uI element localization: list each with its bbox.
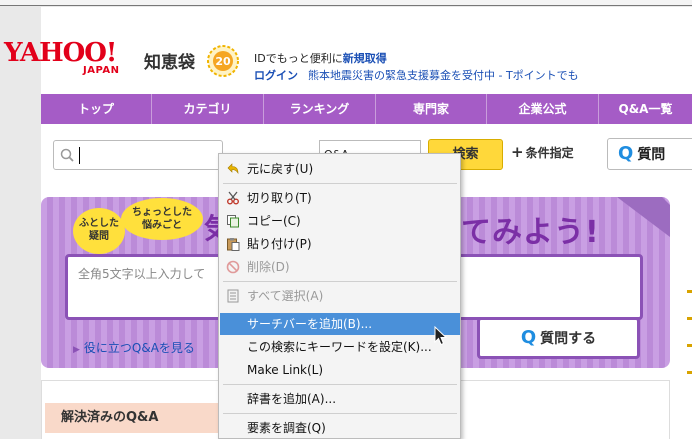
banner-headline-right: てみよう!: [461, 215, 600, 250]
triangle-right-icon: ▶: [73, 345, 80, 355]
text-caret: [79, 147, 80, 164]
news-link[interactable]: 熊本地震災害の緊急支援募金を受付中 - Tポイントでも: [308, 69, 579, 82]
yahoo-japan-sub-logo: JAPAN: [83, 65, 120, 76]
nav-category[interactable]: カテゴリ: [152, 94, 264, 124]
menu-label: コピー(C): [247, 214, 301, 228]
ask-question-button[interactable]: Q 質問する: [477, 317, 640, 359]
menu-item-copy[interactable]: コピー(C): [220, 210, 460, 232]
question-button-label: 質問: [637, 147, 666, 163]
menu-label: Make Link(L): [247, 363, 324, 377]
menu-separator: [223, 413, 457, 414]
textarea-placeholder: 全角5文字以上入力して: [78, 267, 206, 281]
delete-icon: [226, 260, 240, 274]
menu-separator: [223, 183, 457, 184]
menu-label: 削除(D): [247, 260, 290, 274]
search-icon: [60, 148, 74, 162]
edge-mark: [687, 344, 692, 347]
conditions-label: 条件指定: [525, 146, 574, 160]
plus-icon: +: [511, 143, 524, 161]
select-all-icon: [227, 289, 239, 303]
menu-item-inspect[interactable]: 要素を調査(Q): [220, 417, 460, 439]
nav-official[interactable]: 企業公式: [487, 94, 599, 124]
yahoo-logo[interactable]: YAHOO!: [4, 38, 117, 68]
search-input[interactable]: [53, 140, 223, 170]
menu-item-add-dictionary[interactable]: 辞書を追加(A)...: [220, 388, 460, 410]
useful-qa-link[interactable]: ▶ 役に立つQ&Aを見る: [73, 339, 195, 356]
conditions-link[interactable]: + 条件指定: [511, 143, 574, 161]
bubble-small-worry: ちょっとした 悩みごと: [121, 198, 203, 240]
anniversary-badge-icon: 20: [207, 45, 239, 77]
menu-item-paste[interactable]: 貼り付け(P): [220, 233, 460, 255]
menu-item-set-keyword[interactable]: この検索にキーワードを設定(K)...: [220, 336, 460, 358]
login-link[interactable]: ログイン: [254, 69, 298, 82]
undo-icon: [227, 163, 239, 175]
menu-label: 辞書を追加(A)...: [247, 392, 337, 406]
banner-corner-fold: [617, 197, 670, 237]
mouse-pointer-icon: [434, 326, 448, 346]
menu-item-delete[interactable]: 削除(D): [220, 256, 460, 278]
right-edge-marks: [687, 290, 692, 430]
signup-link[interactable]: 新規取得: [343, 52, 387, 65]
ask-button-label: 質問する: [540, 331, 597, 347]
menu-label: 切り取り(T): [247, 191, 312, 205]
question-button[interactable]: Q 質問: [607, 138, 692, 170]
context-menu: 元に戻す(U) 切り取り(T) コピー(C) 貼り付け(P) 削除(D) すべて…: [218, 153, 461, 439]
edge-mark: [687, 290, 692, 293]
menu-label: すべて選択(A): [247, 289, 324, 303]
menu-label: サーチバーを追加(B)...: [247, 317, 373, 331]
menu-item-undo[interactable]: 元に戻す(U): [220, 158, 460, 180]
useful-qa-label: 役に立つQ&Aを見る: [83, 341, 195, 355]
promo-text: IDでもっと便利に: [254, 52, 343, 65]
menu-item-select-all[interactable]: すべて選択(A): [220, 285, 460, 307]
promo-line: IDでもっと便利に新規取得: [254, 50, 387, 66]
main-nav: トップ カテゴリ ランキング 専門家 企業公式 Q&A一覧: [41, 94, 692, 124]
bubble-casual-question: ふとした 疑問: [73, 208, 125, 254]
login-news-line: ログイン 熊本地震災害の緊急支援募金を受付中 - Tポイントでも: [254, 67, 579, 83]
edge-mark: [687, 317, 692, 320]
menu-label: 要素を調査(Q): [247, 421, 326, 435]
browser-top-edge: [0, 0, 692, 6]
menu-label: この検索にキーワードを設定(K)...: [247, 340, 432, 354]
nav-qa-list[interactable]: Q&A一覧: [599, 94, 692, 124]
menu-item-cut[interactable]: 切り取り(T): [220, 187, 460, 209]
menu-item-make-link[interactable]: Make Link(L): [220, 359, 460, 381]
paste-icon: [227, 238, 240, 251]
copy-icon: [227, 215, 239, 228]
nav-experts[interactable]: 専門家: [376, 94, 487, 124]
scissors-icon: [227, 191, 239, 205]
edge-mark: [687, 371, 692, 374]
resolved-qa-heading: 解決済みのQ&A: [45, 403, 245, 433]
question-q-icon: Q: [618, 143, 634, 164]
menu-separator: [223, 384, 457, 385]
menu-label: 貼り付け(P): [247, 237, 312, 251]
menu-separator: [223, 281, 457, 282]
question-q-icon: Q: [520, 327, 537, 348]
chiebukuro-logo[interactable]: 知恵袋: [144, 48, 195, 73]
nav-ranking[interactable]: ランキング: [264, 94, 376, 124]
nav-top[interactable]: トップ: [41, 94, 152, 124]
menu-item-add-searchbar[interactable]: サーチバーを追加(B)...: [220, 313, 460, 335]
menu-label: 元に戻す(U): [247, 162, 314, 176]
anniversary-number: 20: [215, 55, 231, 68]
